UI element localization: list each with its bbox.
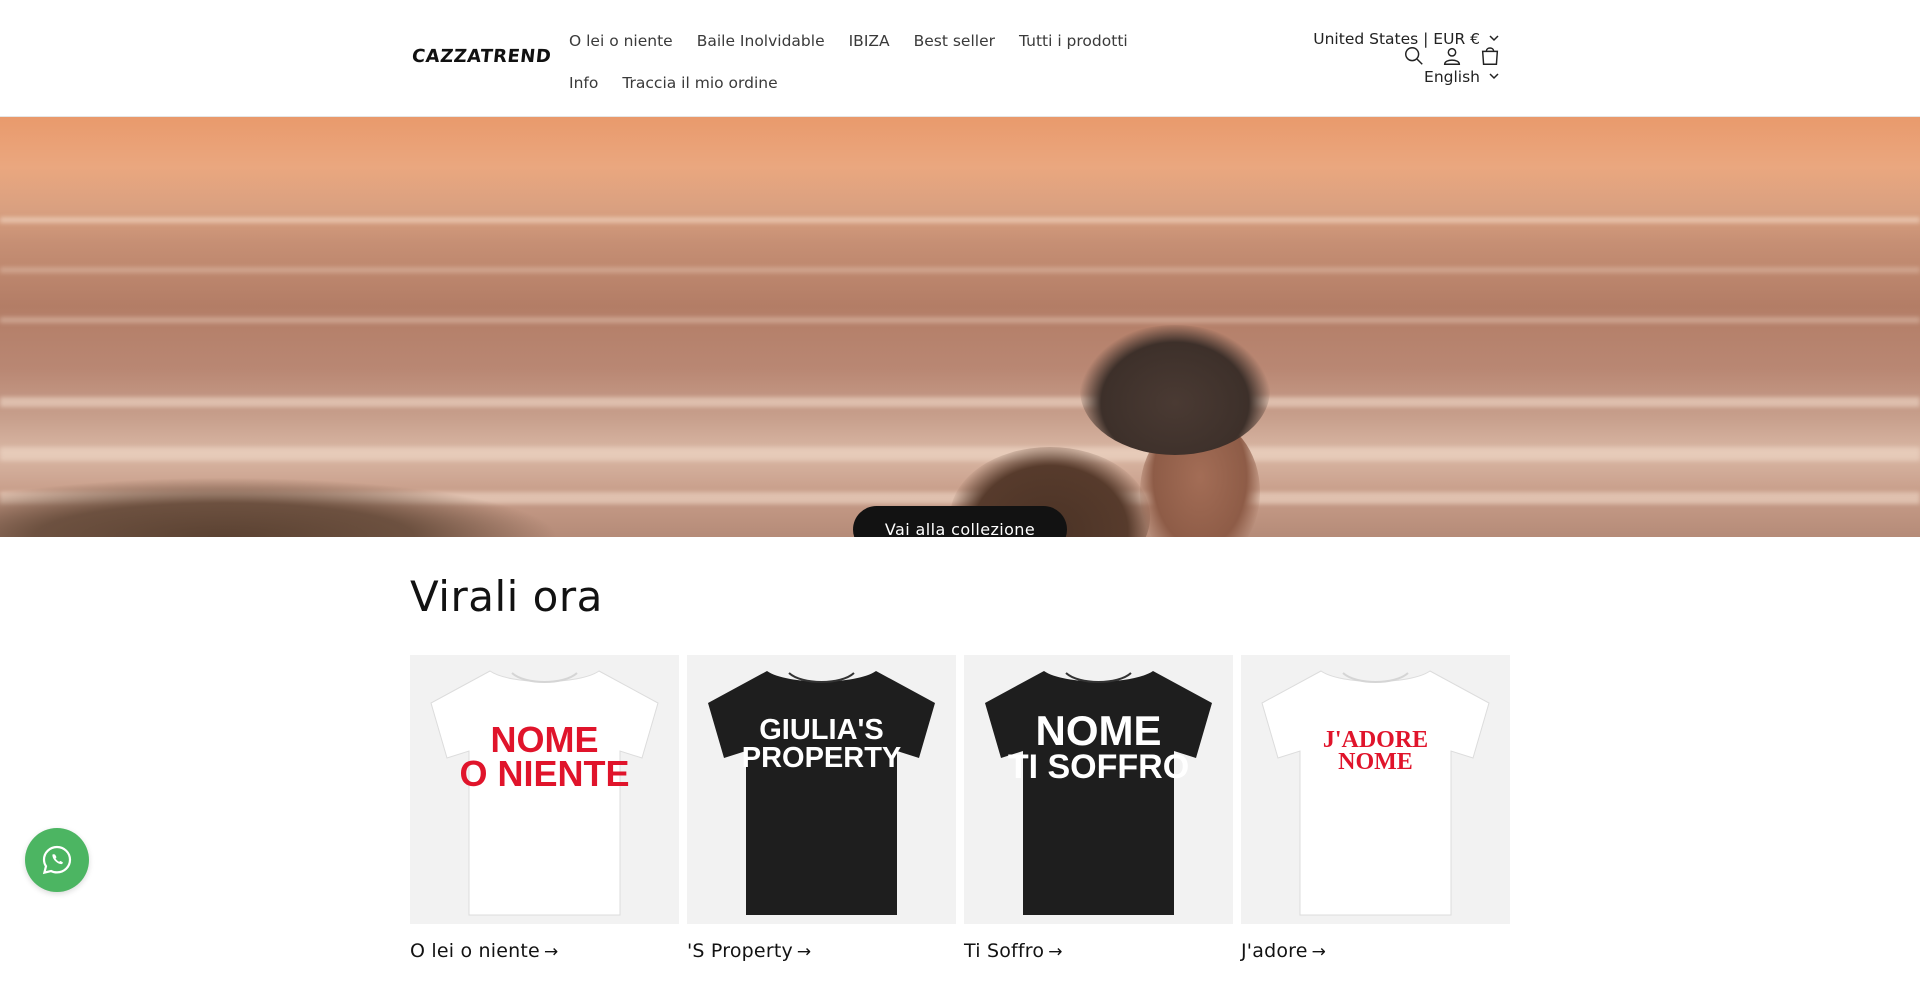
main-nav: O lei o niente Baile Inolvidable IBIZA B… — [569, 20, 1129, 104]
collection-card[interactable]: GIULIA'S PROPERTY 'S Property → — [687, 655, 956, 962]
language-selector-label: English — [1424, 68, 1480, 86]
nav-item-ibiza[interactable]: IBIZA — [849, 32, 890, 50]
nav-item-best-seller[interactable]: Best seller — [914, 32, 995, 50]
hero-person-cap — [1080, 325, 1270, 455]
hero-wave — [0, 397, 1920, 407]
section-title: Virali ora — [410, 572, 603, 621]
cart-icon[interactable] — [1478, 44, 1502, 68]
print-line: NOME — [1338, 749, 1413, 775]
header-icons — [1402, 44, 1502, 68]
search-icon[interactable] — [1402, 44, 1426, 68]
hero-banner: Vai alla collezione — [0, 117, 1920, 537]
account-icon[interactable] — [1440, 44, 1464, 68]
chevron-down-icon — [1488, 68, 1500, 86]
card-title: Ti Soffro → — [964, 940, 1233, 962]
card-title-text: O lei o niente — [410, 940, 540, 962]
tshirt-black-graphic — [708, 671, 935, 915]
tshirt-black-graphic — [985, 671, 1212, 915]
card-title: J'adore → — [1241, 940, 1510, 962]
nav-item-baile-inolvidable[interactable]: Baile Inolvidable — [697, 32, 825, 50]
tshirt-white-graphic — [1261, 670, 1490, 916]
collection-card[interactable]: NOME TI SOFFRO Ti Soffro → — [964, 655, 1233, 962]
arrow-right-icon: → — [796, 942, 812, 962]
arrow-right-icon: → — [543, 942, 559, 962]
product-image: J'ADORE NOME — [1241, 655, 1510, 924]
print-line: TI SOFFRO — [1007, 748, 1190, 786]
site-header: CAZZATREND O lei o niente Baile Inolvida… — [0, 0, 1920, 117]
card-title: O lei o niente → — [410, 940, 679, 962]
card-title: 'S Property → — [687, 940, 956, 962]
hero-wave — [0, 267, 1920, 273]
arrow-right-icon: → — [1048, 942, 1063, 962]
nav-item-o-lei-o-niente[interactable]: O lei o niente — [569, 32, 673, 50]
print-line: O NIENTE — [459, 753, 630, 794]
collection-card[interactable]: J'ADORE NOME J'adore → — [1241, 655, 1510, 962]
nav-item-tutti-i-prodotti[interactable]: Tutti i prodotti — [1019, 32, 1128, 50]
whatsapp-button[interactable] — [25, 828, 89, 892]
arrow-right-icon: → — [1311, 942, 1327, 962]
hero-wave — [0, 217, 1920, 223]
product-image: NOME TI SOFFRO — [964, 655, 1233, 924]
whatsapp-icon — [42, 845, 72, 875]
product-grid: NOME O NIENTE O lei o niente → GIULIA'S P… — [410, 655, 1510, 962]
hero-wave — [0, 317, 1920, 323]
print-line: PROPERTY — [741, 742, 902, 774]
card-title-text: J'adore — [1241, 940, 1308, 962]
hero-wave — [0, 447, 1920, 461]
hero-rocks — [0, 477, 560, 537]
print-line: GIULIA'S — [759, 714, 884, 746]
collection-card[interactable]: NOME O NIENTE O lei o niente → — [410, 655, 679, 962]
nav-item-info[interactable]: Info — [569, 74, 598, 92]
product-image: GIULIA'S PROPERTY — [687, 655, 956, 924]
product-image: NOME O NIENTE — [410, 655, 679, 924]
go-to-collection-button[interactable]: Vai alla collezione — [853, 506, 1067, 537]
site-logo[interactable]: CAZZATREND — [411, 46, 552, 67]
nav-item-traccia-ordine[interactable]: Traccia il mio ordine — [622, 74, 777, 92]
print-line: NOME — [1035, 707, 1162, 754]
card-title-text: Ti Soffro — [964, 940, 1045, 962]
card-title-text: 'S Property — [687, 940, 793, 962]
